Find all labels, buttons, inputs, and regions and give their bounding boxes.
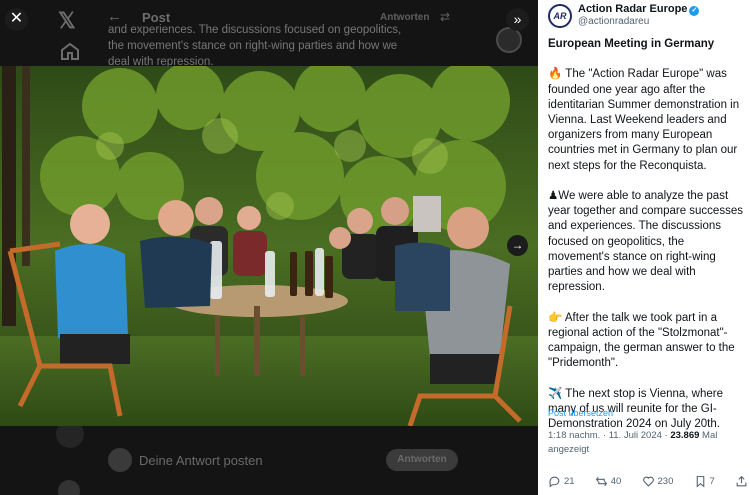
views-count: 23.869 [670, 430, 700, 441]
timestamp[interactable]: 1:18 nachm. · 11. Juli 2024 · [548, 430, 670, 441]
avatar [58, 480, 80, 495]
reply-button: Antworten [386, 449, 458, 471]
arrow-right-icon: → [511, 238, 524, 252]
repost-icon [595, 476, 607, 486]
tweet-paragraph: 👉 After the talk we took part in a regio… [548, 311, 735, 370]
translate-post-link[interactable]: Post übersetzen [548, 408, 613, 418]
tweet-paragraph: 🔥 The "Action Radar Europe" was founded … [548, 68, 740, 172]
bookmark-count: 7 [709, 475, 715, 487]
heart-icon [642, 476, 654, 487]
author-name[interactable]: Action Radar Europe ✓ [578, 3, 700, 16]
collapse-panel-button[interactable]: » [506, 8, 529, 31]
close-icon: ✕ [9, 10, 24, 27]
share-icon [736, 475, 747, 486]
next-image-button[interactable]: → [507, 235, 528, 256]
author-handle[interactable]: @actionradareu [578, 16, 649, 27]
bookmark-button[interactable]: 7 [694, 475, 715, 488]
media-photo [0, 66, 538, 426]
x-logo-icon: 𝕏 [58, 8, 76, 33]
swap-icon: ⇄ [440, 10, 451, 24]
reply-placeholder: Deine Antwort posten [139, 453, 263, 468]
avatar [108, 448, 132, 472]
post-text-background: and experiences. The discussions focused… [108, 24, 402, 68]
repost-count: 40 [610, 475, 622, 487]
group-photo-image [0, 66, 538, 426]
bookmark-icon [696, 475, 704, 488]
tweet-panel: AR Action Radar Europe ✓ @actionradareu E… [538, 0, 750, 495]
tweet-meta: 1:18 nachm. · 11. Juli 2024 · 23.869 Mal… [548, 429, 745, 456]
tweet-paragraph: ♟We were able to analyze the past year t… [548, 190, 743, 294]
tweet-paragraph: European Meeting in Germany [548, 38, 715, 50]
share-button[interactable] [735, 475, 748, 488]
avatar[interactable]: AR [548, 4, 572, 28]
chevron-double-right-icon: » [513, 11, 522, 27]
like-button[interactable]: 230 [642, 475, 674, 488]
home-icon [61, 42, 79, 60]
tweet-text: European Meeting in Germany 🔥 The "Actio… [548, 37, 745, 447]
close-button[interactable]: ✕ [5, 8, 28, 31]
reply-button[interactable]: 21 [548, 475, 575, 488]
like-count: 230 [657, 475, 674, 487]
avatar-text: AR [553, 11, 567, 21]
reply-count: 21 [564, 475, 575, 487]
action-bar: 21 40 230 7 [548, 472, 748, 490]
verified-badge-icon: ✓ [689, 6, 700, 16]
author-name-text: Action Radar Europe [578, 3, 688, 15]
reply-icon [549, 476, 560, 487]
repost-button[interactable]: 40 [595, 475, 622, 488]
